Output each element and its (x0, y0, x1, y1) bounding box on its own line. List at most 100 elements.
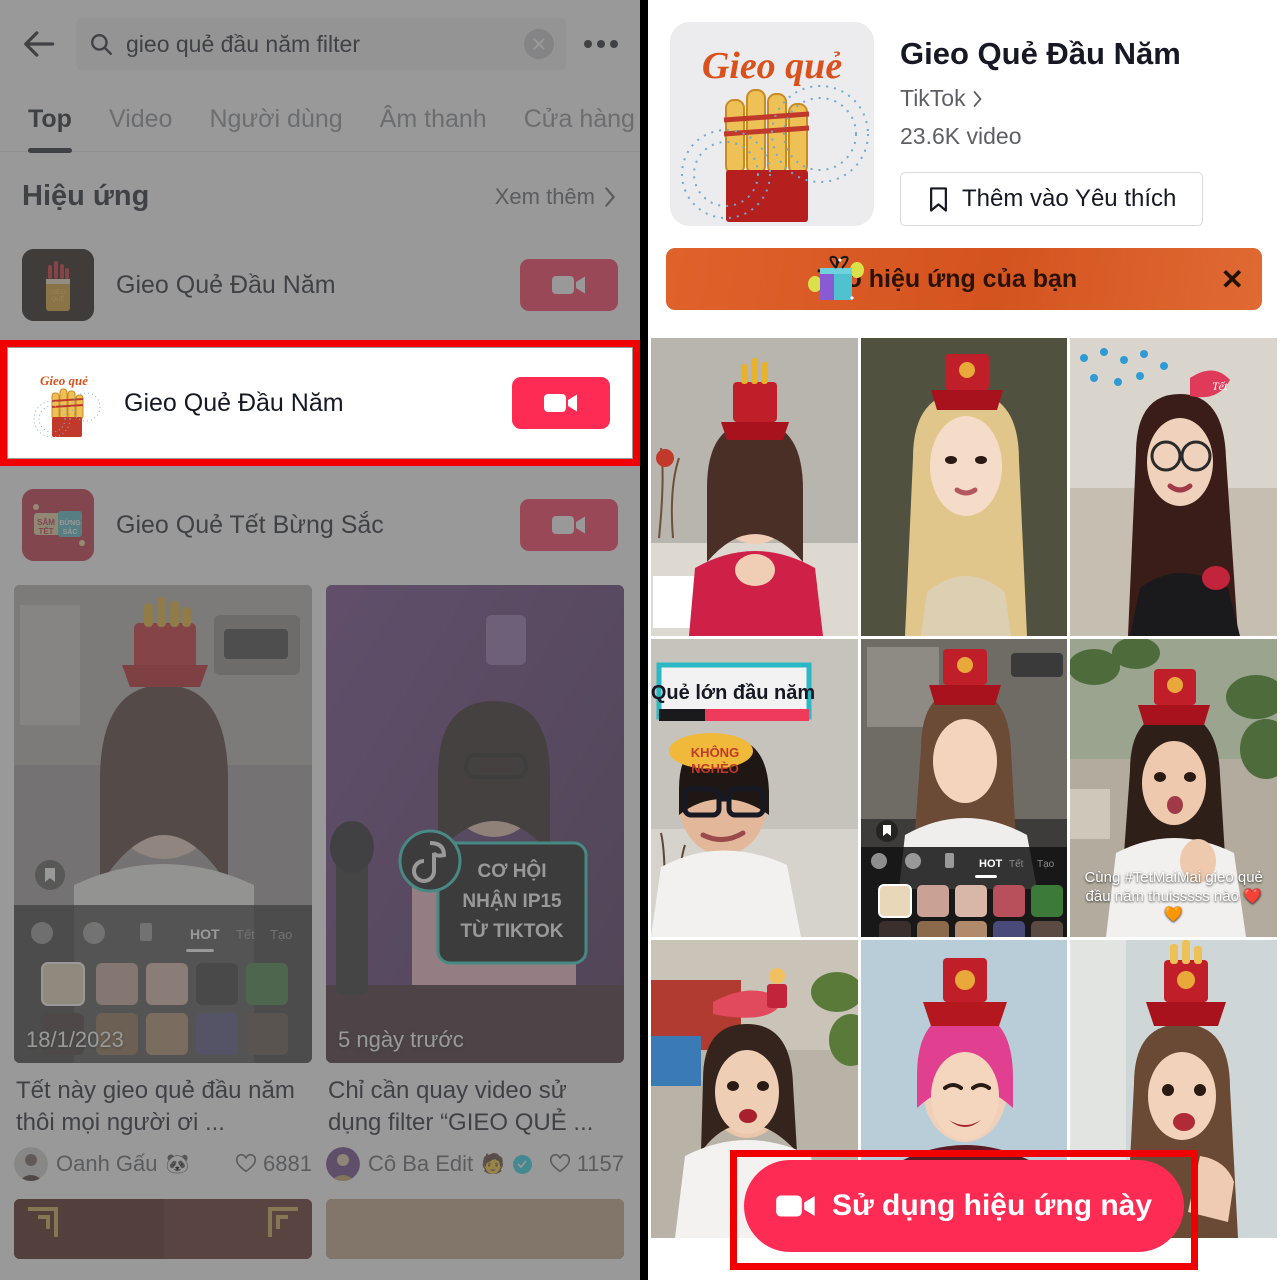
video-like-count: 6881 (263, 1151, 312, 1176)
back-arrow-icon[interactable] (14, 18, 66, 70)
right-phone-screen: Gieo quẻ Gieo Quẻ Đầu Năm TikTok 23.6K v… (648, 0, 1280, 1280)
video-author-row[interactable]: Oanh Gấu 🐼 6881 (14, 1147, 312, 1181)
effect-row-3[interactable]: SẮM TẾT BỪNG SẮC Gieo Quẻ Tết Bừng Sắc (0, 465, 640, 585)
effect-camera-button[interactable] (520, 259, 618, 311)
clear-icon[interactable] (524, 29, 554, 59)
effect-cover-image: Gieo quẻ (670, 22, 874, 226)
effects-section-header: Hiệu ứng Xem thêm (0, 152, 640, 225)
video-card-partial[interactable] (326, 1199, 624, 1259)
promo-label: Tạo hiệu ứng của bạn (817, 264, 1078, 293)
effect-info: Gieo Quẻ Đầu Năm TikTok 23.6K video Thêm… (900, 22, 1258, 226)
video-thumb-6[interactable]: Cùng #TetMaiMai gieo quẻ đầu năm thuisss… (1070, 639, 1277, 937)
add-to-favorites-button[interactable]: Thêm vào Yêu thích (900, 172, 1204, 226)
effect-row-1[interactable]: GIEO QUẺ Gieo Quẻ Đầu Năm (0, 225, 640, 345)
bookmark-icon (930, 186, 947, 212)
effect-owner-name: TikTok (900, 85, 966, 111)
video-author-row[interactable]: Cô Ba Edit 🧑 1157 (326, 1147, 624, 1181)
effect-name: Gieo Quẻ Tết Bừng Sắc (116, 510, 384, 539)
panel-divider (640, 0, 648, 1280)
more-options-icon[interactable] (576, 18, 626, 70)
video-caption: Tết này gieo quẻ đầu năm thôi mọi người … (16, 1077, 295, 1136)
tab-users[interactable]: Người dùng (209, 105, 379, 134)
search-tabs: Top Video Người dùng Âm thanh Cửa hàng (0, 88, 640, 153)
search-results-screen: gieo quẻ đầu năm filter Top Video Người … (0, 0, 640, 1280)
use-effect-button[interactable]: Sử dụng hiệu ứng này (744, 1160, 1184, 1252)
svg-text:BỪNG: BỪNG (59, 518, 81, 527)
video-camera-icon (544, 394, 577, 412)
video-card-partial[interactable] (14, 1199, 312, 1259)
heart-icon (549, 1153, 570, 1173)
video-camera-icon (776, 1195, 815, 1217)
video-thumb-3[interactable]: Tết (1070, 338, 1277, 636)
effect-owner-link[interactable]: TikTok (900, 85, 1258, 112)
search-input[interactable]: gieo quẻ đầu năm filter (76, 18, 566, 70)
tab-shop[interactable]: Cửa hàng (524, 105, 640, 134)
svg-text:Tết: Tết (1009, 858, 1024, 870)
video-thumbnail[interactable]: CƠ HỘI NHẬN IP15 TỪ TIKTOK 5 ngày trước (326, 585, 624, 1063)
gift-icon (808, 255, 864, 300)
section-title: Hiệu ứng (22, 180, 150, 212)
video-card[interactable]: CƠ HỘI NHẬN IP15 TỪ TIKTOK 5 ngày trước … (326, 585, 624, 1199)
video-camera-icon (552, 516, 585, 534)
video-date-badge: 5 ngày trước (338, 1027, 464, 1052)
video-thumb-1[interactable] (651, 338, 858, 636)
tab-sounds[interactable]: Âm thanh (380, 105, 524, 134)
svg-text:Tạo: Tạo (270, 927, 292, 942)
search-video-grid: HOT Tết Tạo 18/1/2023 Tết này gieo quẻ đ… (0, 585, 640, 1259)
svg-text:Gieo quẻ: Gieo quẻ (702, 45, 843, 87)
effect-thumbnail: GIEO QUẺ (22, 249, 94, 321)
video-card[interactable]: HOT Tết Tạo 18/1/2023 Tết này gieo quẻ đ… (14, 585, 312, 1199)
search-bar: gieo quẻ đầu năm filter (0, 0, 640, 88)
tab-video[interactable]: Video (109, 105, 210, 134)
effect-video-grid: Tết Quẻ lớn đầu năm KHÔNG NGHÈO HOT Tết … (648, 338, 1280, 1238)
svg-text:TẾT: TẾT (38, 526, 53, 536)
video-like-count-group: 6881 (235, 1151, 312, 1177)
video-date-badge: 18/1/2023 (26, 1027, 124, 1052)
svg-text:CƠ HỘI: CƠ HỘI (478, 860, 547, 882)
screenshot-stage: gieo quẻ đầu năm filter Top Video Người … (0, 0, 1280, 1280)
svg-text:HOT: HOT (190, 926, 220, 942)
see-more-link[interactable]: Xem thêm (495, 184, 618, 210)
video-thumbnail[interactable]: HOT Tết Tạo 18/1/2023 (14, 585, 312, 1063)
search-icon (88, 31, 114, 57)
svg-text:HOT: HOT (979, 858, 1003, 870)
effect-row-2-highlighted[interactable]: Gieo quẻ Gieo Quẻ Đầu Năm (8, 348, 632, 458)
effect-camera-button[interactable] (520, 499, 618, 551)
use-effect-button-wrap[interactable]: Sử dụng hiệu ứng này (744, 1160, 1184, 1252)
heart-icon (236, 1153, 257, 1173)
svg-text:KHÔNG: KHÔNG (691, 745, 739, 760)
see-more-label: Xem thêm (494, 183, 595, 209)
video-thumbnail[interactable] (14, 1199, 312, 1259)
chevron-right-icon (605, 186, 616, 207)
avatar (326, 1147, 360, 1181)
video-like-count-group: 1157 (549, 1151, 624, 1177)
video-overlay-caption: Cùng #TetMaiMai gieo quẻ đầu năm thuisss… (1084, 868, 1263, 924)
svg-text:SẮM: SẮM (37, 518, 55, 527)
effect-name: Gieo Quẻ Đầu Năm (116, 270, 336, 299)
svg-text:SẮC: SẮC (63, 527, 78, 536)
svg-text:NHẬN IP15: NHẬN IP15 (462, 890, 562, 912)
video-thumbnail[interactable] (326, 1199, 624, 1259)
avatar (14, 1147, 48, 1181)
svg-text:Gieo quẻ: Gieo quẻ (40, 373, 88, 388)
effect-title: Gieo Quẻ Đầu Năm (900, 36, 1181, 71)
video-thumb-5[interactable]: HOT Tết Tạo (860, 639, 1068, 937)
tab-top[interactable]: Top (28, 105, 109, 153)
svg-text:Tết: Tết (1212, 379, 1228, 393)
author-emoji: 🧑 (481, 1154, 505, 1175)
video-thumb-4[interactable]: Quẻ lớn đầu năm KHÔNG NGHÈO Quẻ lớn đầu … (651, 639, 858, 937)
effect-name: Gieo Quẻ Đầu Năm (124, 388, 344, 417)
chevron-right-icon (973, 90, 982, 107)
video-author-name: Oanh Gấu (56, 1151, 158, 1176)
effect-thumbnail: SẮM TẾT BỪNG SẮC (22, 489, 94, 561)
create-effect-promo-banner[interactable]: Tạo hiệu ứng của bạn ✕ (666, 248, 1262, 310)
svg-text:Tạo: Tạo (1037, 859, 1055, 870)
search-query-text: gieo quẻ đầu năm filter (126, 30, 360, 57)
close-icon[interactable]: ✕ (1211, 263, 1244, 296)
effect-camera-button[interactable] (512, 377, 610, 429)
svg-text:Quẻ lớn đầu năm: Quẻ lớn đầu năm (651, 682, 815, 704)
effect-detail-header: Gieo quẻ Gieo Quẻ Đầu Năm TikTok 23.6K v… (648, 0, 1280, 226)
effect-video-count: 23.6K video (900, 123, 1022, 149)
video-thumb-2[interactable] (860, 338, 1068, 636)
video-camera-icon (552, 276, 585, 294)
